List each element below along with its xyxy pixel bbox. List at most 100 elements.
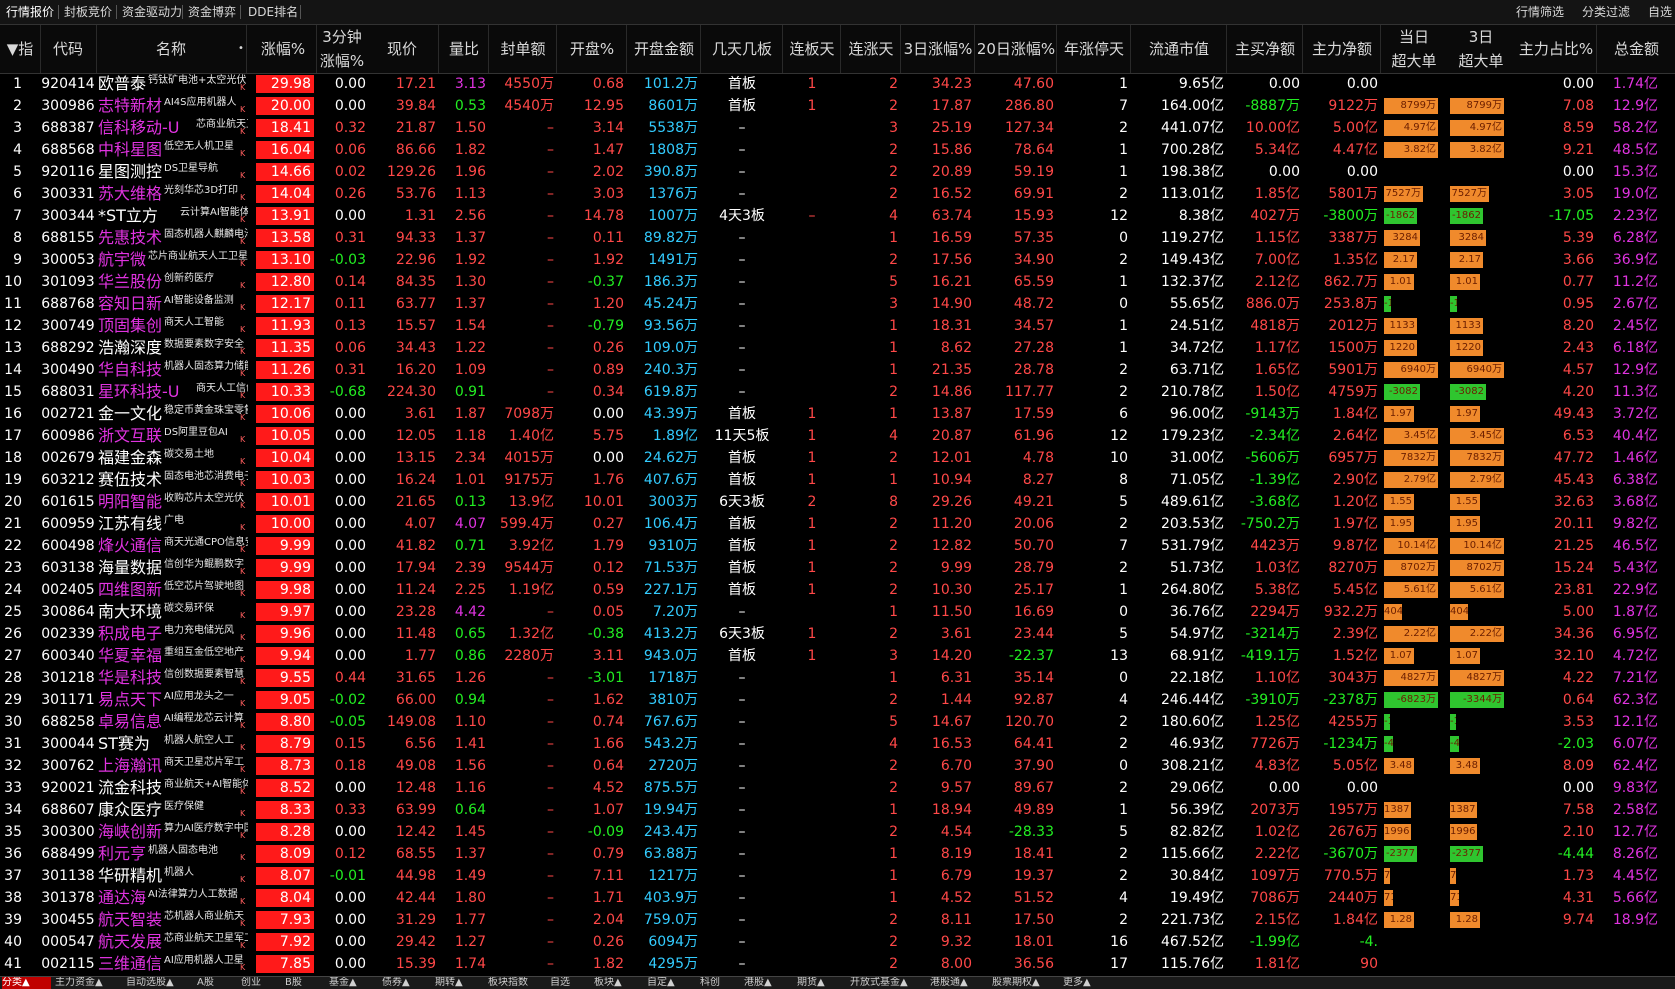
bottom-tab-19[interactable]: 股票期权▲ bbox=[992, 977, 1059, 989]
header-min3-bottom[interactable]: 涨幅% bbox=[318, 49, 366, 73]
header-index[interactable]: ▼指 bbox=[0, 25, 40, 73]
table-row[interactable]: 8 688155 先惠技术 固态机器人麒麟电池 K 13.58 0.31 94.33 1.37–… bbox=[0, 227, 1675, 249]
bottom-tab-7[interactable]: 基金▲ bbox=[329, 977, 378, 989]
table-row[interactable]: 17 600986 浙文互联 DS阿里豆包AI K 10.05 0.00 12.05 1.18 1… bbox=[0, 425, 1675, 447]
table-row[interactable]: 9 300053 航宇微 芯片商业航天人工卫星 K 13.10 -0.03 22.96 1.92… bbox=[0, 249, 1675, 271]
bottom-tab-11[interactable]: 自选 bbox=[550, 977, 590, 989]
table-row[interactable]: 32 300762 上海瀚讯 商天卫星芯片军工 K 8.73 0.18 49.08 1.56–0… bbox=[0, 755, 1675, 777]
header-buy[interactable]: 主买净额 bbox=[1228, 25, 1302, 73]
bottom-tab-1[interactable]: 分类▲ bbox=[2, 977, 51, 989]
header-volratio[interactable]: 量比 bbox=[440, 25, 488, 73]
top-tab-5[interactable]: DDE排名 bbox=[244, 3, 302, 21]
table-row[interactable]: 11 688768 容知日新 AI智能设备监测 K 12.17 0.11 63.77 1.37–… bbox=[0, 293, 1675, 315]
table-row[interactable]: 12 300749 顶固集创 商天人工智能 K 11.93 0.13 15.57 1.54– -0… bbox=[0, 315, 1675, 337]
table-row[interactable]: 36 688499 利元亨 机器人固态电池 K 8.09 0.12 68.55 1.37–0.7… bbox=[0, 843, 1675, 865]
table-row[interactable]: 26 002339 积成电子 电力充电储光风 K 9.96 0.00 11.48 0.65 1.3… bbox=[0, 623, 1675, 645]
table-row[interactable]: 21 600959 江苏有线 广电 K 10.00 0.00 4.07 4.07 599.4万 0.… bbox=[0, 513, 1675, 535]
table-row[interactable]: 22600498烽火通信商天光通CPO信息安全K9.990.0041.820.7… bbox=[0, 535, 1675, 557]
table-row[interactable]: 30 688258 卓易信息 AI编程龙芯云计算 K 8.80 -0.05 149.08 1.1… bbox=[0, 711, 1675, 733]
table-row[interactable]: 14 300490 华自科技 机器人固态算力储能 K 11.26 0.31 16.20 1.09… bbox=[0, 359, 1675, 381]
header-name[interactable]: 名称 bbox=[96, 25, 246, 73]
header-3d-top[interactable]: 3日 bbox=[1448, 25, 1514, 49]
bottom-tab-16[interactable]: 期货▲ bbox=[797, 977, 846, 989]
table-row[interactable]: 35 300300 海峡创新 算力AI医疗数字中国 K 8.28 0.00 12.42 1.45… bbox=[0, 821, 1675, 843]
header-d20[interactable]: 20日涨幅% bbox=[976, 25, 1056, 73]
bottom-tab-18[interactable]: 港股通▲ bbox=[930, 977, 988, 989]
bottom-tab-20[interactable]: 更多▲ bbox=[1063, 977, 1112, 989]
k-marker: K bbox=[240, 941, 246, 950]
bottom-tab-6[interactable]: B股 bbox=[285, 977, 325, 989]
top-tab-3[interactable]: 资金驱动力 bbox=[118, 3, 186, 21]
header-open-amt[interactable]: 开盘金额 bbox=[628, 25, 700, 73]
header-today-top[interactable]: 当日 bbox=[1382, 25, 1446, 49]
streak-days bbox=[784, 689, 840, 711]
bottom-tab-2[interactable]: 主力资金▲ bbox=[55, 977, 122, 989]
bottom-tab-14[interactable]: 科创 bbox=[700, 977, 740, 989]
table-row[interactable]: 39 300455 航天智装 芯机器人商业航天 K 7.93 0.00 31.29 1.77–2… bbox=[0, 909, 1675, 931]
table-row[interactable]: 38 301378 通达海 AI法律算力人工数据 K 8.04 0.00 42.44 1.80–… bbox=[0, 887, 1675, 909]
table-row[interactable]: 33 920021 流金科技 商业航天+AI智能体 K 8.52 0.00 12.48 1.16… bbox=[0, 777, 1675, 799]
table-row[interactable]: 25 300864 南大环境 碳交易环保 K 9.97 0.00 23.28 4.42–0.05… bbox=[0, 601, 1675, 623]
table-row[interactable]: 40 000547 航天发展 芯商业航天卫星军工 K 7.92 0.00 29.42 1.27–… bbox=[0, 931, 1675, 953]
header-pct[interactable]: 涨幅% bbox=[250, 25, 316, 73]
table-row[interactable]: 2 300986 志特新材 AI4S应用机器人 K 20.00 0.00 39.84 0.53 4… bbox=[0, 95, 1675, 117]
table-row[interactable]: 28 301218 华是科技 信创数据要素智慧 K 9.55 0.44 31.65 1.26– -… bbox=[0, 667, 1675, 689]
bottom-tab-17[interactable]: 开放式基金▲ bbox=[850, 977, 926, 989]
header-today-bottom[interactable]: 超大单 bbox=[1382, 49, 1446, 73]
table-row[interactable]: 7300344*ST立方云计算AI智能体信创K13.910.001.312.56… bbox=[0, 205, 1675, 227]
table-row[interactable]: 3688387信科移动-U芯商业航天卫星K18.410.3221.871.50–… bbox=[0, 117, 1675, 139]
main-net: 4255万 bbox=[1328, 714, 1378, 730]
table-row[interactable]: 5 920116 星图测控 DS卫星导航 K 14.66 0.02 129.26 1.96–2.… bbox=[0, 161, 1675, 183]
table-row[interactable]: 18 002679 福建金森 碳交易土地 K 10.04 0.00 13.15 2.34 4015… bbox=[0, 447, 1675, 469]
table-row[interactable]: 6 300331 苏大维格 光刻华芯3D打印 K 14.04 0.26 53.76 1.13–3… bbox=[0, 183, 1675, 205]
top-tab-4[interactable]: 资金博弈 bbox=[184, 3, 240, 21]
bottom-tab-3[interactable]: 自动选股▲ bbox=[126, 977, 193, 989]
bottom-tab-12[interactable]: 板块▲ bbox=[594, 977, 643, 989]
table-row[interactable]: 19 603212 赛伍技术 固态电池芯消费电子 K 10.03 0.00 16.24 1.01… bbox=[0, 469, 1675, 491]
table-row[interactable]: 13 688292 浩瀚深度 数据要素数字安全 K 11.35 0.06 34.43 1.22–… bbox=[0, 337, 1675, 359]
header-open-pct[interactable]: 开盘% bbox=[558, 25, 626, 73]
table-row[interactable]: 29 301171 易点天下 AI应用龙头之一 K 9.05 -0.02 66.00 0.94–… bbox=[0, 689, 1675, 711]
header-price[interactable]: 现价 bbox=[366, 25, 438, 73]
table-row[interactable]: 1 920414 欧普泰 钙钛矿电池+太空光伏 K 29.98 0.00 17.21 3.13 4… bbox=[0, 73, 1675, 95]
table-row[interactable]: 23 603138 海量数据 信创华为鲲鹏数字 K 9.99 0.00 17.94 2.39 95… bbox=[0, 557, 1675, 579]
table-row[interactable]: 15688031星环科技-U商天人工信创数据K10.33-0.68224.300… bbox=[0, 381, 1675, 403]
header-main-ratio[interactable]: 主力占比% bbox=[1516, 25, 1596, 73]
bottom-tab-9[interactable]: 期转▲ bbox=[435, 977, 484, 989]
table-row[interactable]: 16 002721 金一文化 稳定币黄金珠宝零售 K 10.06 0.00 3.61 1.87 7… bbox=[0, 403, 1675, 425]
top-right-tab-2[interactable]: 分类过滤 bbox=[1578, 3, 1634, 21]
header-min3-top[interactable]: 3分钟 bbox=[318, 25, 366, 49]
table-row[interactable]: 34 688607 康众医疗 医疗保健 K 8.33 0.33 63.99 0.64–1.07 1… bbox=[0, 799, 1675, 821]
top-right-tab-3[interactable]: 自选 bbox=[1644, 3, 1675, 21]
bottom-tab-10[interactable]: 板块指数 bbox=[488, 977, 546, 989]
table-row[interactable]: 31 300044 ST赛为 机器人航空人工 K 8.79 0.15 6.56 1.41–1.6… bbox=[0, 733, 1675, 755]
table-row[interactable]: 10 301093 华兰股份 创新药医疗 K 12.80 0.14 84.35 1.30– -0.… bbox=[0, 271, 1675, 293]
header-seal[interactable]: 封单额 bbox=[490, 25, 556, 73]
header-total[interactable]: 总金额 bbox=[1598, 25, 1675, 73]
table-row[interactable]: 24 002405 四维图新 低空芯片驾驶地图 K 9.98 0.00 11.24 2.25 1.… bbox=[0, 579, 1675, 601]
top-right-tab-1[interactable]: 行情筛选 bbox=[1512, 3, 1568, 21]
header-up-days[interactable]: 连涨天 bbox=[842, 25, 900, 73]
header-code[interactable]: 代码 bbox=[40, 25, 96, 73]
header-year-limit[interactable]: 年涨停天 bbox=[1058, 25, 1130, 73]
header-d3[interactable]: 3日涨幅% bbox=[902, 25, 974, 73]
year-limit-days: 7 bbox=[1119, 98, 1128, 114]
table-row[interactable]: 27 600340 华夏幸福 重组互金低空地产 K 9.94 0.00 1.77 0.86 228… bbox=[0, 645, 1675, 667]
top-tab-1[interactable]: 行情报价 bbox=[2, 3, 58, 21]
header-streak[interactable]: 连板天 bbox=[784, 25, 840, 73]
bottom-tab-4[interactable]: A股 bbox=[197, 977, 237, 989]
bottom-tab-13[interactable]: 自定▲ bbox=[647, 977, 696, 989]
bottom-tab-5[interactable]: 创业 bbox=[241, 977, 281, 989]
header-boards[interactable]: 几天几板 bbox=[702, 25, 782, 73]
bottom-tab-15[interactable]: 港股▲ bbox=[744, 977, 793, 989]
bottom-tab-8[interactable]: 债券▲ bbox=[382, 977, 431, 989]
table-row[interactable]: 37 301138 华研精机 机器人 K 8.07 -0.01 44.98 1.49–7.11 1… bbox=[0, 865, 1675, 887]
table-row[interactable]: 20 601615 明阳智能 收购芯片太空光伏 K 10.01 0.00 21.65 0.13 1… bbox=[0, 491, 1675, 513]
top-tab-separator bbox=[182, 5, 183, 19]
table-row[interactable]: 41 002115 三维通信 AI应用机器人卫星 K 7.85 0.00 15.39 1.74–… bbox=[0, 953, 1675, 975]
header-mktcap[interactable]: 流通市值 bbox=[1132, 25, 1226, 73]
header-3d-bottom[interactable]: 超大单 bbox=[1448, 49, 1514, 73]
top-tab-2[interactable]: 封板竞价 bbox=[60, 3, 116, 21]
header-main-net[interactable]: 主力净额 bbox=[1304, 25, 1380, 73]
table-row[interactable]: 4 688568 中科星图 低空无人机卫星 K 16.04 0.06 86.66 1.82–1.… bbox=[0, 139, 1675, 161]
